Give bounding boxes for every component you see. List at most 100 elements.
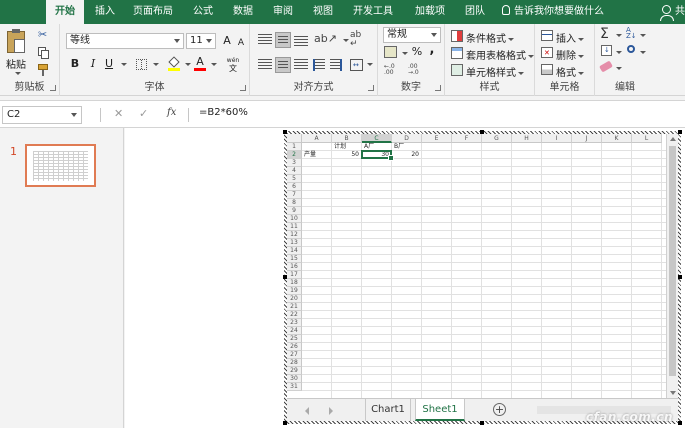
- row-header[interactable]: 2: [287, 151, 302, 159]
- copy-icon[interactable]: [38, 47, 49, 59]
- embedded-workbook[interactable]: A B C D E F G H I J K L 1 2 3 4 5 6 7 8 9 10 11 12 13 14 15 16 17 18 1…: [283, 130, 682, 425]
- fill-color-icon[interactable]: [168, 56, 180, 71]
- align-middle-icon[interactable]: [275, 32, 291, 48]
- add-sheet-button[interactable]: +: [493, 403, 506, 416]
- enter-icon[interactable]: ✓: [139, 107, 148, 120]
- number-expander[interactable]: [435, 85, 441, 91]
- cut-icon[interactable]: ✂: [38, 29, 48, 40]
- cell-a2[interactable]: 产量: [304, 151, 332, 159]
- tab-review[interactable]: 审阅: [266, 0, 300, 24]
- row-header[interactable]: 25: [287, 335, 302, 343]
- row-header[interactable]: 13: [287, 239, 302, 247]
- font-expander[interactable]: [240, 85, 246, 91]
- row-header[interactable]: 26: [287, 343, 302, 351]
- row-header[interactable]: 17: [287, 271, 302, 279]
- increase-indent-icon[interactable]: [330, 59, 342, 71]
- bold-button[interactable]: B: [68, 57, 82, 71]
- number-format-combo[interactable]: 常规: [383, 27, 441, 43]
- row-header[interactable]: 30: [287, 375, 302, 383]
- italic-button[interactable]: I: [86, 57, 100, 71]
- row-header[interactable]: 1: [287, 143, 302, 151]
- row-header[interactable]: 18: [287, 279, 302, 287]
- column-header[interactable]: L: [632, 134, 662, 143]
- row-header[interactable]: 19: [287, 287, 302, 295]
- clear-dropdown[interactable]: [611, 61, 625, 75]
- scroll-up-icon[interactable]: [670, 137, 676, 141]
- font-name-combo[interactable]: 等线: [66, 33, 184, 49]
- wrap-text-icon[interactable]: ab ↵: [350, 31, 361, 49]
- format-as-table-icon[interactable]: [451, 47, 463, 59]
- font-size-combo[interactable]: 11: [186, 33, 216, 49]
- worksheet-grid[interactable]: A B C D E F G H I J K L 1 2 3 4 5 6 7 8 9 10 11 12 13 14 15 16 17 18 1…: [287, 134, 666, 398]
- row-header[interactable]: 8: [287, 199, 302, 207]
- find-select-icon[interactable]: [627, 45, 635, 53]
- row-header[interactable]: 21: [287, 303, 302, 311]
- formula-input[interactable]: =B2*60%: [199, 107, 248, 118]
- tab-formulas[interactable]: 公式: [186, 0, 220, 24]
- row-header[interactable]: 29: [287, 367, 302, 375]
- paste-icon[interactable]: [7, 29, 25, 53]
- user-icon[interactable]: [660, 5, 674, 21]
- font-color-dropdown[interactable]: [206, 57, 220, 71]
- share-label[interactable]: 共: [675, 0, 685, 24]
- align-center-icon[interactable]: [275, 57, 291, 73]
- format-cells-button[interactable]: 格式: [556, 64, 584, 79]
- underline-button[interactable]: U: [102, 57, 116, 71]
- prev-sheet-icon[interactable]: [305, 407, 309, 415]
- fill-color-dropdown[interactable]: [180, 57, 194, 71]
- column-header[interactable]: J: [572, 134, 602, 143]
- row-header[interactable]: 7: [287, 191, 302, 199]
- row-header[interactable]: 4: [287, 167, 302, 175]
- underline-dropdown[interactable]: [116, 57, 130, 71]
- alignment-expander[interactable]: [368, 85, 374, 91]
- clipboard-expander[interactable]: [50, 85, 56, 91]
- resize-handle[interactable]: [283, 421, 287, 425]
- row-header[interactable]: 3: [287, 159, 302, 167]
- tab-developer[interactable]: 开发工具: [346, 0, 400, 24]
- increase-decimal-icon[interactable]: ←.0.00: [384, 64, 395, 76]
- tab-data[interactable]: 数据: [226, 0, 260, 24]
- currency-dropdown[interactable]: [397, 46, 411, 60]
- delete-cells-button[interactable]: 删除: [556, 47, 584, 62]
- format-cells-icon[interactable]: [541, 64, 553, 75]
- tab-page-layout[interactable]: 页面布局: [128, 0, 178, 24]
- row-header[interactable]: 11: [287, 223, 302, 231]
- autosum-icon[interactable]: Σ: [600, 27, 609, 41]
- tab-insert[interactable]: 插入: [88, 0, 122, 24]
- align-right-icon[interactable]: [294, 59, 308, 71]
- row-header[interactable]: 6: [287, 183, 302, 191]
- column-header[interactable]: B: [332, 134, 362, 143]
- align-left-icon[interactable]: [258, 59, 272, 71]
- row-header[interactable]: 27: [287, 351, 302, 359]
- merge-dropdown[interactable]: [362, 57, 376, 71]
- name-box[interactable]: C2: [2, 106, 82, 124]
- tab-view[interactable]: 视图: [306, 0, 340, 24]
- align-top-icon[interactable]: [258, 34, 272, 46]
- scroll-thumb[interactable]: [669, 146, 676, 376]
- resize-handle[interactable]: [678, 275, 682, 279]
- tell-me-box[interactable]: 告诉我你想要做什么: [502, 0, 604, 24]
- border-dropdown[interactable]: [148, 57, 162, 71]
- cell-styles-icon[interactable]: [451, 64, 463, 76]
- resize-handle[interactable]: [678, 130, 682, 134]
- row-header[interactable]: 31: [287, 383, 302, 391]
- slide-thumbnail[interactable]: [25, 144, 96, 187]
- shrink-font-button[interactable]: A: [234, 36, 248, 50]
- orientation-icon[interactable]: ab↗: [314, 32, 337, 45]
- insert-cells-button[interactable]: 插入: [556, 30, 584, 45]
- row-header[interactable]: 28: [287, 359, 302, 367]
- cancel-icon[interactable]: ✕: [114, 107, 123, 120]
- row-header[interactable]: 9: [287, 207, 302, 215]
- decrease-indent-icon[interactable]: [313, 59, 325, 71]
- cell-area[interactable]: [302, 143, 666, 398]
- format-painter-icon[interactable]: [38, 64, 48, 76]
- column-header[interactable]: A: [302, 134, 332, 143]
- row-header[interactable]: 16: [287, 263, 302, 271]
- row-header[interactable]: 15: [287, 255, 302, 263]
- cell-b1[interactable]: 计划: [334, 143, 362, 151]
- delete-cells-icon[interactable]: ✕: [541, 47, 553, 58]
- column-header[interactable]: E: [422, 134, 452, 143]
- currency-icon[interactable]: [384, 46, 397, 58]
- conditional-format-button[interactable]: 条件格式: [466, 30, 514, 45]
- conditional-format-icon[interactable]: [451, 30, 463, 42]
